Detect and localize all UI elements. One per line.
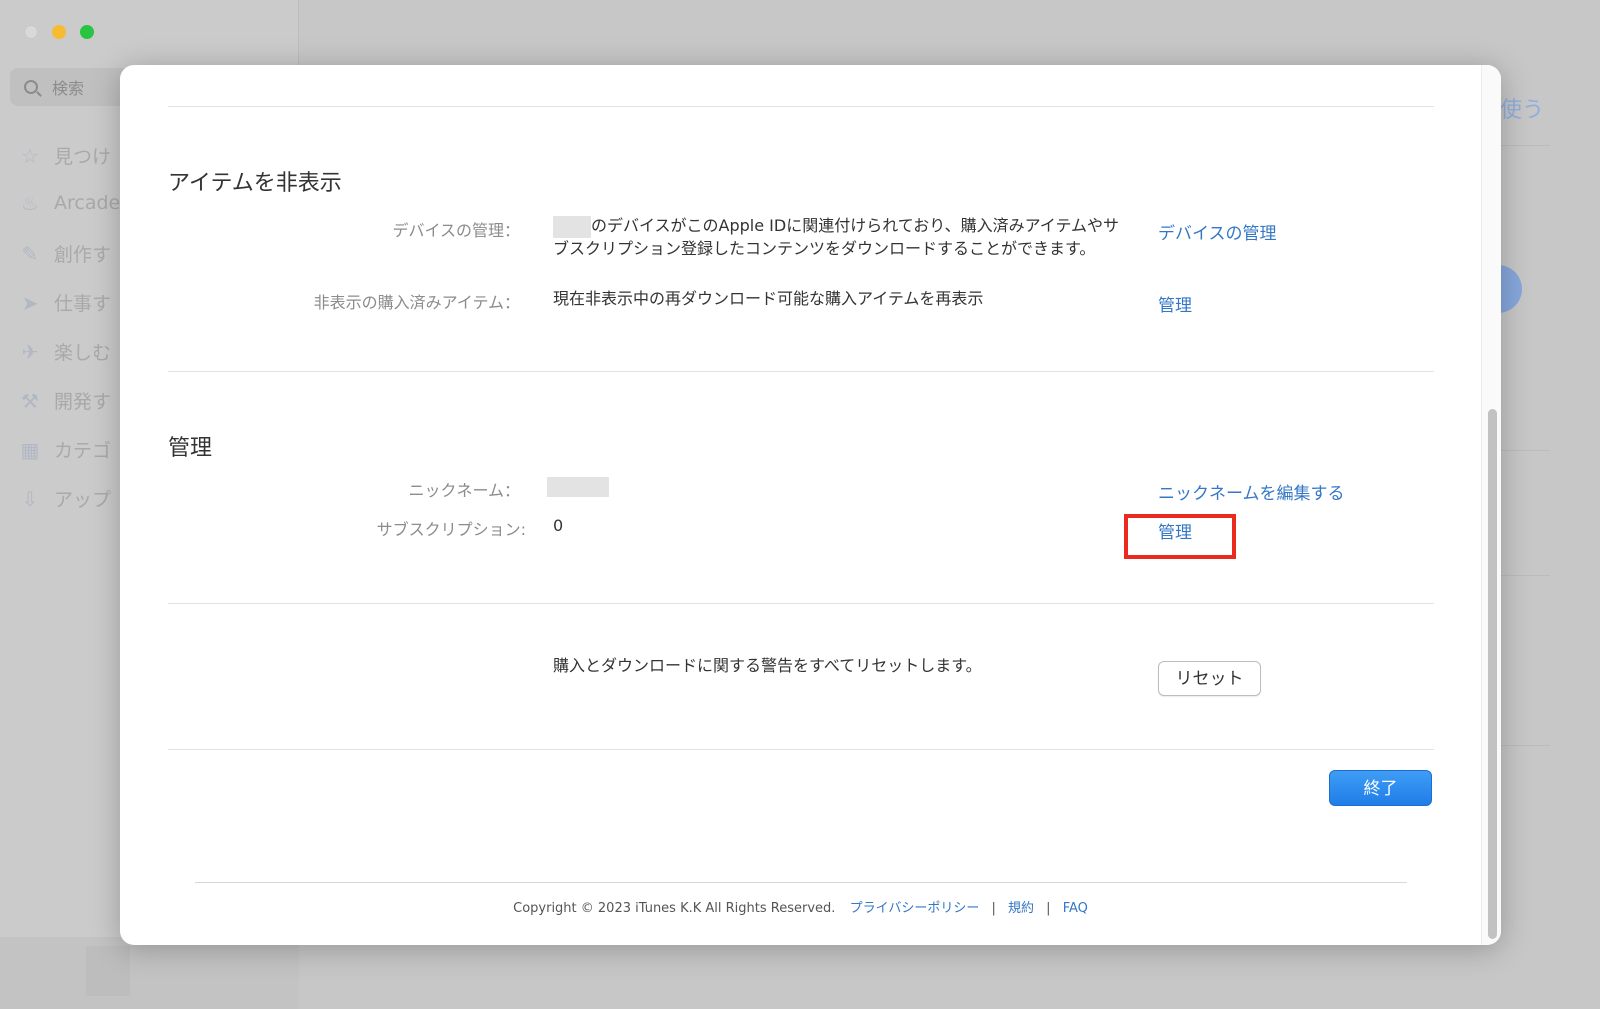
manage-hidden-purchases-link[interactable]: 管理	[1158, 291, 1192, 316]
sidebar-item-arcade[interactable]: ♨ Arcade	[18, 191, 120, 215]
footer-separator: |	[991, 901, 996, 916]
hidden-purchases-label: 非表示の購入済みアイテム：	[313, 293, 520, 312]
nickname-value	[547, 475, 609, 497]
privacy-policy-link[interactable]: プライバシーポリシー	[850, 901, 980, 916]
download-icon: ⇩	[21, 486, 39, 511]
grid-icon: ▦	[20, 437, 40, 462]
subscriptions-count: 0	[553, 516, 564, 535]
divider	[168, 603, 1434, 604]
divider	[168, 749, 1434, 750]
manage-devices-link[interactable]: デバイスの管理	[1158, 219, 1277, 244]
faq-link[interactable]: FAQ	[1063, 901, 1088, 916]
highlight-box	[1124, 514, 1236, 559]
section-title-hidden-items: アイテムを非表示	[168, 171, 342, 196]
terms-link[interactable]: 規約	[1008, 901, 1034, 916]
edit-nickname-link[interactable]: ニックネームを編集する	[1158, 479, 1345, 504]
reset-button[interactable]: リセット	[1158, 661, 1261, 696]
divider	[168, 106, 1434, 107]
star-icon: ☆	[21, 143, 39, 168]
window-minimize-button[interactable]	[52, 25, 66, 39]
redacted-count	[553, 215, 591, 238]
sidebar-item-develop[interactable]: ⚒ 開発す	[18, 387, 111, 414]
section-title-management: 管理	[168, 436, 213, 461]
account-settings-dialog: アイテムを非表示 デバイスの管理： のデバイスがこのApple IDに関連付けら…	[120, 65, 1501, 945]
reset-warnings-description: 購入とダウンロードに関する警告をすべてリセットします。	[553, 656, 982, 675]
sidebar-item-discover[interactable]: ☆ 見つけ	[18, 142, 111, 169]
window-maximize-button[interactable]	[80, 25, 94, 39]
sidebar-item-work[interactable]: ➤ 仕事す	[18, 289, 111, 316]
search-icon	[24, 80, 38, 94]
sidebar-item-play[interactable]: ✈ 楽しむ	[18, 338, 111, 365]
hidden-purchases-description: 現在非表示中の再ダウンロード可能な購入アイテムを再表示	[553, 289, 984, 308]
brush-icon: ✎	[21, 241, 39, 266]
background-divider	[1500, 745, 1550, 746]
footer-divider	[195, 882, 1407, 883]
window-close-button[interactable]	[24, 25, 38, 39]
background-divider	[1500, 575, 1550, 576]
background-divider	[1500, 145, 1550, 146]
background-main-text: 使う	[1500, 98, 1545, 123]
rocket-icon: ✈	[21, 339, 39, 364]
device-management-label: デバイスの管理：	[392, 221, 520, 240]
redacted-nickname	[547, 476, 609, 497]
avatar[interactable]	[86, 946, 130, 996]
sidebar-account-area	[0, 937, 299, 1009]
sidebar-item-create[interactable]: ✎ 創作す	[18, 240, 111, 267]
footer: Copyright © 2023 iTunes K.K All Rights R…	[120, 897, 1481, 916]
sidebar-item-updates[interactable]: ⇩ アップ	[18, 485, 111, 512]
subscriptions-label: サブスクリプション:	[376, 520, 526, 539]
paperplane-icon: ➤	[21, 290, 39, 315]
sidebar-item-categories[interactable]: ▦ カテゴ	[18, 436, 111, 463]
search-placeholder: 検索	[52, 79, 85, 98]
divider	[168, 371, 1434, 372]
scrollbar[interactable]	[1481, 65, 1501, 945]
nickname-label: ニックネーム：	[408, 481, 520, 500]
copyright-text: Copyright © 2023 iTunes K.K All Rights R…	[513, 901, 836, 916]
footer-separator: |	[1046, 901, 1051, 916]
device-management-description: のデバイスがこのApple IDに関連付けられており、購入済みアイテムやサブスク…	[553, 215, 1119, 258]
done-button[interactable]: 終了	[1329, 770, 1432, 806]
background-divider	[1500, 450, 1550, 451]
scrollbar-thumb[interactable]	[1488, 409, 1497, 939]
joystick-icon: ♨	[21, 191, 39, 215]
hammer-icon: ⚒	[21, 388, 39, 413]
